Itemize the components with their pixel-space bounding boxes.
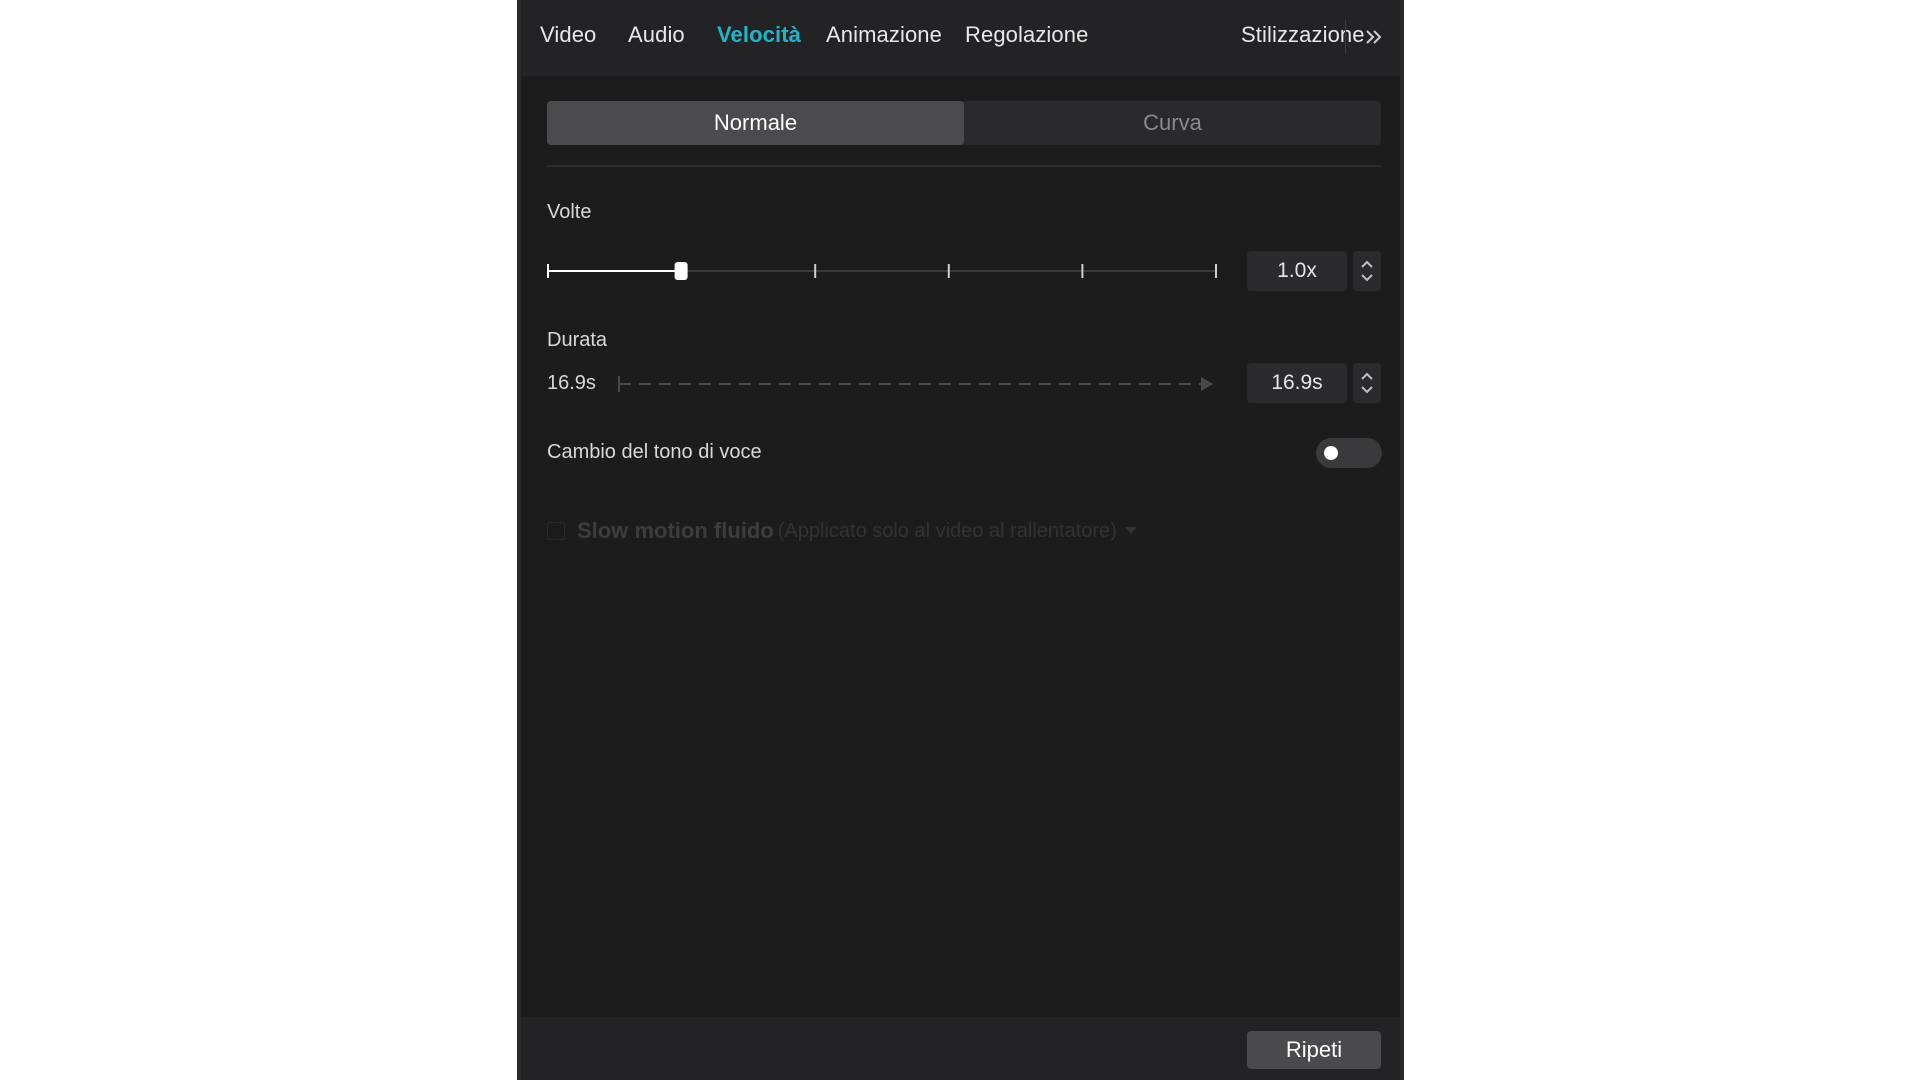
tab-stilizzazione[interactable]: Stilizzazione xyxy=(1241,22,1365,48)
duration-label: Durata xyxy=(547,329,608,351)
duration-arrow-icon xyxy=(617,369,1217,399)
slow-motion-checkbox[interactable] xyxy=(547,522,565,540)
mode-normale-button[interactable]: Normale xyxy=(547,101,964,145)
tab-bar: Video Audio Velocità Animazione Regolazi… xyxy=(521,0,1400,76)
speed-slider[interactable] xyxy=(547,256,1217,286)
slow-motion-note: (Applicato solo al video al rallentatore… xyxy=(777,519,1117,542)
caret-down-icon xyxy=(1124,522,1137,540)
duration-original-value: 16.9s xyxy=(547,372,596,394)
slow-motion-option: Slow motion fluido (Applicato solo al vi… xyxy=(547,518,1137,544)
speed-stepper-icon[interactable] xyxy=(1353,251,1381,291)
tab-video[interactable]: Video xyxy=(540,22,596,48)
speed-value-field[interactable]: 1.0x xyxy=(1247,251,1347,291)
speed-label: Volte xyxy=(547,201,592,223)
pitch-change-label: Cambio del tono di voce xyxy=(547,441,762,463)
pitch-change-toggle[interactable] xyxy=(1316,438,1382,468)
mode-segmented-control: Normale Curva xyxy=(547,101,1381,145)
duration-stepper-icon[interactable] xyxy=(1353,363,1381,403)
toggle-knob xyxy=(1324,446,1338,460)
duration-value-field[interactable]: 16.9s xyxy=(1247,363,1347,403)
tab-audio[interactable]: Audio xyxy=(628,22,685,48)
slider-thumb[interactable] xyxy=(674,262,688,280)
tab-animazione[interactable]: Animazione xyxy=(826,22,942,48)
tab-regolazione[interactable]: Regolazione xyxy=(965,22,1088,48)
mode-curva-button[interactable]: Curva xyxy=(964,101,1381,145)
repeat-button[interactable]: Ripeti xyxy=(1247,1031,1381,1069)
footer-bar: Ripeti xyxy=(521,1017,1400,1080)
slow-motion-label: Slow motion fluido xyxy=(577,518,774,543)
double-chevron-right-icon[interactable] xyxy=(1359,20,1389,54)
tab-stilizzazione-clip: Stilizzazione xyxy=(1241,16,1365,56)
tab-divider xyxy=(1345,20,1346,54)
speed-panel: Video Audio Velocità Animazione Regolazi… xyxy=(517,0,1404,1080)
tab-velocita[interactable]: Velocità xyxy=(717,22,801,48)
divider xyxy=(547,165,1381,167)
